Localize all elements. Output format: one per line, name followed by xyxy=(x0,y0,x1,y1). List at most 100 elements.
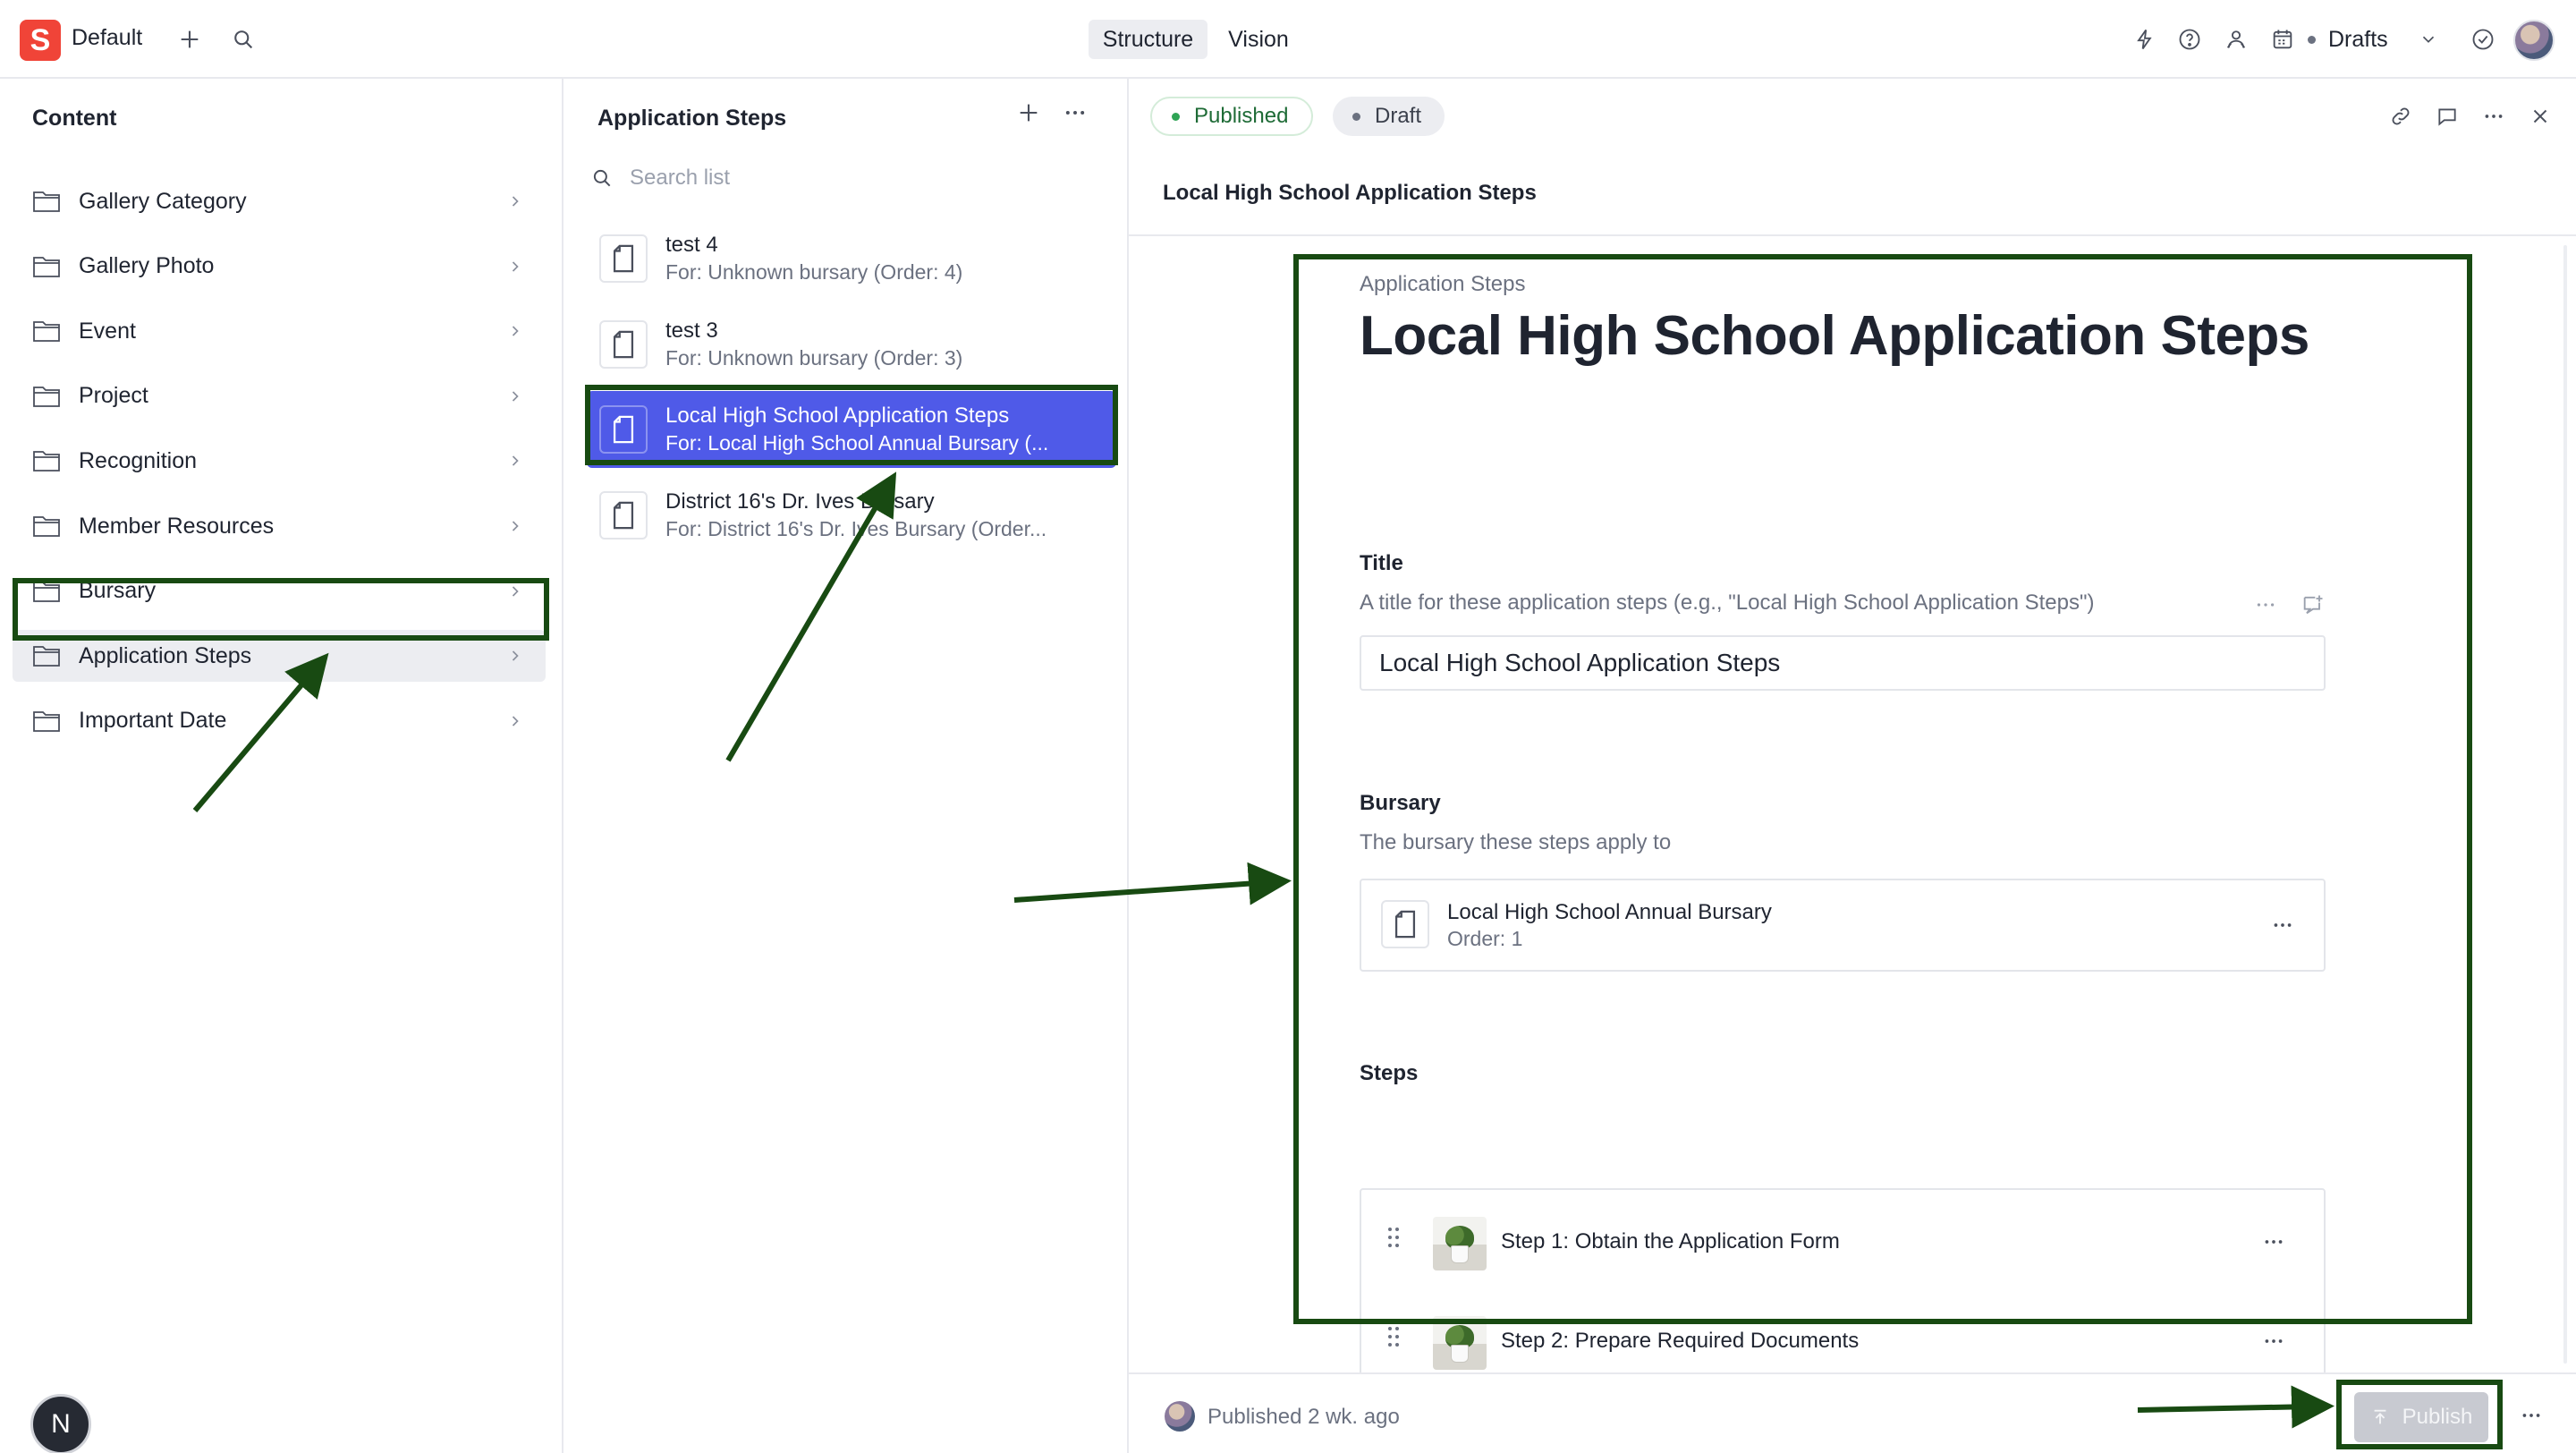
sidebar-item-bursary[interactable]: Bursary xyxy=(13,565,546,617)
title-field-description: A title for these application steps (e.g… xyxy=(1360,591,2095,615)
bursary-reference[interactable]: Local High School Annual Bursary Order: … xyxy=(1360,879,2326,972)
sidebar-item-gallery-category[interactable]: Gallery Category xyxy=(13,175,546,227)
search-icon xyxy=(593,169,611,187)
tab-structure[interactable]: Structure xyxy=(1089,20,1208,59)
drag-handle-icon[interactable] xyxy=(1386,1325,1401,1348)
document-type-label: Application Steps xyxy=(1360,272,1526,296)
tab-vision[interactable]: Vision xyxy=(1216,20,1301,59)
sidebar-item-application-steps[interactable]: Application Steps xyxy=(13,630,546,683)
field-tools xyxy=(2254,592,2326,617)
sidebar-item-gallery-photo[interactable]: Gallery Photo xyxy=(13,241,546,293)
folder-icon xyxy=(33,256,60,277)
document-footer: Published 2 wk. ago Publish xyxy=(1129,1372,2576,1453)
help-icon[interactable] xyxy=(2172,21,2207,57)
search-placeholder: Search list xyxy=(630,166,731,190)
list-item-title: test 4 xyxy=(665,233,718,257)
list-item-title: Local High School Application Steps xyxy=(665,404,1010,428)
list-item[interactable]: test 3 For: Unknown bursary (Order: 3) xyxy=(587,306,1116,383)
bursary-field-label: Bursary xyxy=(1360,791,1441,815)
more-icon[interactable] xyxy=(2265,907,2301,943)
sidebar-item-label: Application Steps xyxy=(79,642,252,668)
content-pane: Content Gallery Category Gallery Photo Eve… xyxy=(0,79,564,1453)
step-thumbnail xyxy=(1433,1316,1487,1370)
list-item-title: District 16's Dr. Ives Bursary xyxy=(665,489,935,514)
link-icon[interactable] xyxy=(2383,98,2419,134)
steps-field-label: Steps xyxy=(1360,1061,1419,1085)
check-circle-icon[interactable] xyxy=(2465,21,2501,57)
calendar-icon[interactable] xyxy=(2265,21,2301,57)
chevron-right-icon xyxy=(512,650,519,661)
chevron-right-icon xyxy=(512,391,519,402)
content-pane-title: Content xyxy=(32,106,117,131)
close-icon[interactable] xyxy=(2522,98,2558,134)
list-item[interactable]: District 16's Dr. Ives Bursary For: Distr… xyxy=(587,477,1116,554)
list-item[interactable]: Local High School Application Steps For: … xyxy=(587,391,1116,468)
document-form: Application Steps Local High School Appl… xyxy=(1360,236,2347,1449)
document-icon xyxy=(1381,900,1429,948)
status-dot xyxy=(2308,35,2316,44)
publish-button[interactable]: Publish xyxy=(2354,1392,2488,1442)
bolt-icon[interactable] xyxy=(2127,21,2163,57)
user-initial-badge[interactable]: N xyxy=(30,1394,91,1453)
plus-icon[interactable] xyxy=(1011,95,1046,131)
list-item[interactable]: test 4 For: Unknown bursary (Order: 4) xyxy=(587,220,1116,297)
chevron-right-icon xyxy=(512,196,519,207)
published-label: Published xyxy=(1194,104,1289,128)
draft-status-pill[interactable]: Draft xyxy=(1333,97,1445,136)
sidebar-item-label: Recognition xyxy=(79,447,198,473)
sidebar-item-important-date[interactable]: Important Date xyxy=(13,695,546,747)
more-icon[interactable] xyxy=(2476,98,2512,134)
folder-icon xyxy=(33,386,60,407)
perspective-label: Drafts xyxy=(2328,26,2388,52)
comment-icon[interactable] xyxy=(2429,98,2465,134)
sidebar-item-member-resources[interactable]: Member Resources xyxy=(13,500,546,552)
sidebar-item-label: Member Resources xyxy=(79,513,275,539)
folder-icon xyxy=(33,710,60,732)
bursary-field-description: The bursary these steps apply to xyxy=(1360,830,1672,854)
folder-icon xyxy=(33,451,60,472)
more-icon[interactable] xyxy=(2254,593,2277,616)
document-heading: Local High School Application Steps xyxy=(1360,305,2309,367)
search-icon[interactable] xyxy=(225,21,261,57)
chevron-right-icon xyxy=(512,586,519,597)
perspective-select[interactable]: Drafts xyxy=(2308,20,2438,59)
sidebar-item-recognition[interactable]: Recognition xyxy=(13,435,546,487)
title-input[interactable]: Local High School Application Steps xyxy=(1360,635,2326,691)
folder-icon xyxy=(33,516,60,537)
sidebar-item-label: Event xyxy=(79,318,136,344)
more-icon[interactable] xyxy=(2513,1398,2549,1433)
draft-label: Draft xyxy=(1375,104,1422,128)
document-header-title: Local High School Application Steps xyxy=(1163,181,1537,205)
sanity-logo-icon[interactable]: S xyxy=(20,20,61,61)
sidebar-item-project[interactable]: Project xyxy=(13,370,546,422)
folder-icon xyxy=(33,191,60,212)
scrollbar[interactable] xyxy=(2563,245,2567,1364)
list-item-subtitle: For: Unknown bursary (Order: 3) xyxy=(665,345,963,370)
document-icon xyxy=(599,234,648,283)
add-comment-icon[interactable] xyxy=(2301,592,2326,617)
step-title: Step 1: Obtain the Application Form xyxy=(1501,1229,1840,1253)
plus-icon[interactable] xyxy=(172,21,208,57)
drag-handle-icon[interactable] xyxy=(1386,1226,1401,1249)
document-icon xyxy=(599,405,648,454)
published-dot xyxy=(1172,112,1180,121)
document-icon xyxy=(599,490,648,540)
chevron-right-icon xyxy=(512,521,519,531)
more-icon[interactable] xyxy=(1057,95,1093,131)
list-pane-title: Application Steps xyxy=(597,106,787,131)
list-item-text: test 3 For: Unknown bursary (Order: 3) xyxy=(665,318,1095,371)
more-icon[interactable] xyxy=(2256,1224,2292,1260)
search-input[interactable]: Search list xyxy=(590,159,1100,197)
step-item[interactable]: Step 1: Obtain the Application Form xyxy=(1361,1190,2324,1288)
more-icon[interactable] xyxy=(2256,1323,2292,1359)
document-list-pane: Application Steps Search list test 4 For:… xyxy=(564,79,1129,1453)
workspace-name[interactable]: Default xyxy=(72,25,142,51)
publish-arrow-icon xyxy=(2374,1409,2386,1424)
sidebar-item-event[interactable]: Event xyxy=(13,305,546,357)
user-avatar[interactable] xyxy=(2513,20,2555,61)
sidebar-item-label: Important Date xyxy=(79,708,227,734)
folder-icon xyxy=(33,321,60,343)
users-icon[interactable] xyxy=(2218,21,2254,57)
published-status-pill[interactable]: Published xyxy=(1150,97,1314,136)
sidebar-item-label: Gallery Photo xyxy=(79,253,215,279)
